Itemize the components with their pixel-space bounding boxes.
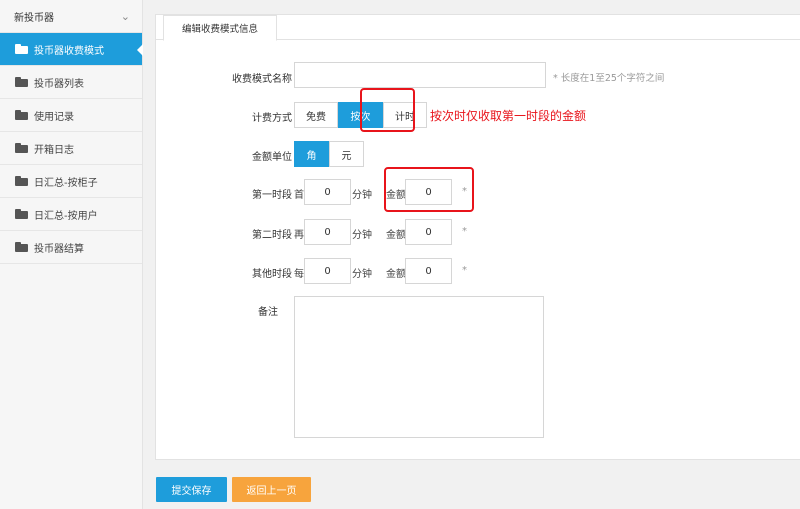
remark-textarea[interactable]: [294, 296, 544, 438]
period1-minutes-unit: 分钟: [352, 190, 372, 201]
sidebar-item-billing-mode[interactable]: 投币器收费模式: [0, 33, 143, 66]
sidebar-item-daily-by-cabinet[interactable]: 日汇总-按柜子: [0, 165, 142, 198]
period3-minutes-unit: 分钟: [352, 269, 372, 280]
sidebar-item-label: 使用记录: [34, 111, 74, 123]
sidebar-group-header[interactable]: 新投币器 ⌄: [0, 0, 142, 33]
name-hint: * 长度在1至25个字符之间: [553, 73, 665, 84]
highlight-box: [360, 88, 415, 132]
sidebar-item-usage-records[interactable]: 使用记录: [0, 99, 142, 132]
folder-icon: [15, 143, 28, 153]
unit-jiao-option[interactable]: 角: [294, 141, 329, 167]
sidebar-item-open-log[interactable]: 开箱日志: [0, 132, 142, 165]
period1-label: 第一时段: [252, 190, 292, 201]
tab-bar: 编辑收费模式信息: [156, 15, 800, 41]
back-button[interactable]: 返回上一页: [232, 477, 311, 502]
folder-icon: [15, 176, 28, 186]
billing-free-option[interactable]: 免费: [294, 102, 338, 128]
period2-minutes-unit: 分钟: [352, 230, 372, 241]
name-input[interactable]: [294, 62, 546, 88]
annotation-note: 按次时仅收取第一时段的金额: [430, 109, 587, 123]
sidebar-item-label: 投币器列表: [34, 78, 84, 90]
sidebar-item-label: 日汇总-按用户: [34, 210, 98, 222]
period3-amount-label: 金额: [386, 269, 406, 280]
period1-prefix: 首: [294, 190, 304, 201]
form-panel: 编辑收费模式信息 收费模式名称 * 长度在1至25个字符之间 计费方式 免费 按…: [155, 14, 800, 460]
sidebar-item-label: 投币器收费模式: [34, 45, 104, 57]
folder-icon: [15, 77, 28, 87]
period2-prefix: 再: [294, 230, 304, 241]
period2-label: 第二时段: [252, 230, 292, 241]
period3-amount-input[interactable]: 0: [405, 258, 452, 284]
remark-label: 备注: [258, 307, 278, 318]
sidebar-item-settlement[interactable]: 投币器结算: [0, 231, 142, 264]
period3-prefix: 每: [294, 269, 304, 280]
unit-label: 金额单位: [252, 152, 292, 163]
tab-edit-billing-mode[interactable]: 编辑收费模式信息: [163, 15, 277, 41]
sidebar-item-device-list[interactable]: 投币器列表: [0, 66, 142, 99]
name-label: 收费模式名称: [232, 74, 292, 85]
folder-icon: [15, 44, 28, 54]
period3-minutes-input[interactable]: 0: [304, 258, 351, 284]
folder-icon: [15, 110, 28, 120]
folder-icon: [15, 242, 28, 252]
sidebar-item-daily-by-user[interactable]: 日汇总-按用户: [0, 198, 142, 231]
highlight-box: [384, 167, 474, 212]
period1-minutes-input[interactable]: 0: [304, 179, 351, 205]
period3-required-mark: *: [462, 265, 467, 276]
folder-icon: [15, 209, 28, 219]
sidebar: 新投币器 ⌄ 投币器收费模式 投币器列表 使用记录 开箱日志 日汇总-按柜子 日…: [0, 0, 143, 509]
billing-label: 计费方式: [252, 113, 292, 124]
sidebar-item-label: 日汇总-按柜子: [34, 177, 98, 189]
period2-amount-input[interactable]: 0: [405, 219, 452, 245]
unit-yuan-option[interactable]: 元: [329, 141, 364, 167]
tab-label: 编辑收费模式信息: [181, 24, 258, 35]
sidebar-item-label: 开箱日志: [34, 144, 74, 156]
period2-amount-label: 金额: [386, 230, 406, 241]
sidebar-item-label: 投币器结算: [34, 243, 84, 255]
period2-minutes-input[interactable]: 0: [304, 219, 351, 245]
chevron-down-icon: ⌄: [120, 9, 130, 23]
sidebar-group-title: 新投币器: [14, 12, 54, 24]
submit-save-button[interactable]: 提交保存: [156, 477, 227, 502]
period2-required-mark: *: [462, 226, 467, 237]
period3-label: 其他时段: [252, 269, 292, 280]
